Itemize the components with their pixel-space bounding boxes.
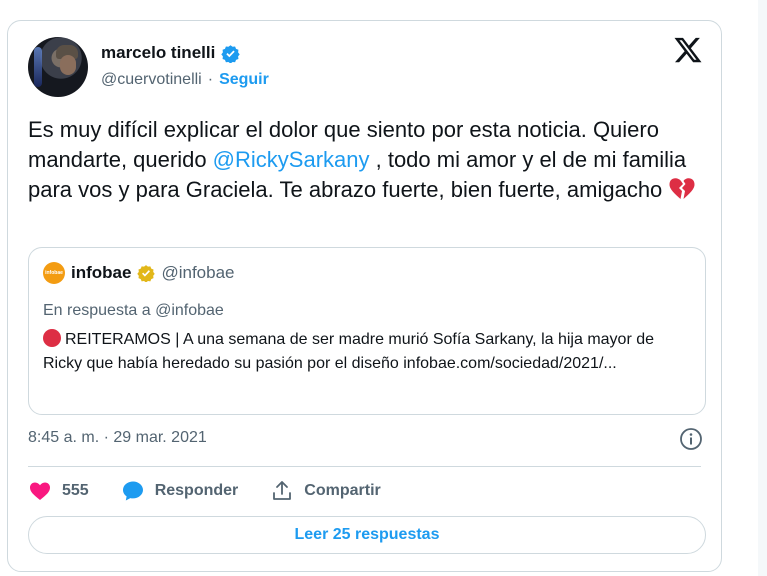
verified-badge-icon bbox=[221, 44, 241, 63]
x-logo-icon[interactable] bbox=[673, 35, 703, 65]
divider bbox=[28, 466, 701, 467]
share-icon bbox=[273, 481, 292, 500]
reply-button[interactable]: Responder bbox=[121, 479, 239, 503]
quoted-header: infobae infobae @infobae bbox=[43, 262, 234, 284]
handle-separator: · bbox=[207, 71, 214, 88]
info-icon[interactable] bbox=[679, 427, 703, 451]
quoted-avatar: infobae bbox=[43, 262, 65, 284]
verified-badge-icon bbox=[137, 265, 156, 282]
follow-button[interactable]: Seguir bbox=[219, 71, 269, 89]
action-bar: 555 Responder Compartir bbox=[28, 479, 413, 503]
read-replies-label: Leer 25 respuestas bbox=[294, 526, 440, 543]
author-name-row: marcelo tinelli bbox=[101, 43, 241, 63]
author-handle-row: @cuervotinelli · Seguir bbox=[101, 71, 269, 89]
author-avatar[interactable] bbox=[28, 37, 88, 97]
tweet-text: Es muy difícil explicar el dolor que sie… bbox=[28, 115, 708, 205]
tweet-embed-card: marcelo tinelli @cuervotinelli · Seguir … bbox=[7, 20, 722, 572]
broken-heart-icon bbox=[669, 178, 695, 199]
mention-link[interactable]: @RickySarkany bbox=[213, 147, 370, 172]
page-edge bbox=[758, 0, 767, 576]
comment-bubble-icon bbox=[122, 481, 143, 501]
quoted-tweet[interactable]: infobae infobae @infobae En respuesta a … bbox=[28, 247, 706, 415]
quoted-handle: @infobae bbox=[161, 263, 235, 282]
quoted-text: REITERAMOS | A una semana de ser madre m… bbox=[43, 331, 655, 372]
author-handle[interactable]: @cuervotinelli bbox=[101, 71, 202, 89]
quoted-name: infobae bbox=[71, 263, 132, 282]
quoted-reply-to: En respuesta a @infobae bbox=[43, 302, 224, 319]
like-button[interactable]: 555 bbox=[28, 479, 89, 503]
share-button[interactable]: Compartir bbox=[270, 479, 381, 503]
like-count: 555 bbox=[62, 482, 89, 499]
read-replies-button[interactable]: Leer 25 respuestas bbox=[28, 516, 706, 554]
share-label: Compartir bbox=[304, 482, 381, 499]
author-name[interactable]: marcelo tinelli bbox=[101, 43, 215, 63]
reply-label: Responder bbox=[154, 482, 239, 499]
tweet-timestamp[interactable]: 8:45 a. m. · 29 mar. 2021 bbox=[28, 429, 207, 447]
heart-icon bbox=[30, 482, 50, 500]
red-circle-icon bbox=[43, 329, 61, 347]
quoted-text-block: REITERAMOS | A una semana de ser madre m… bbox=[43, 328, 693, 376]
